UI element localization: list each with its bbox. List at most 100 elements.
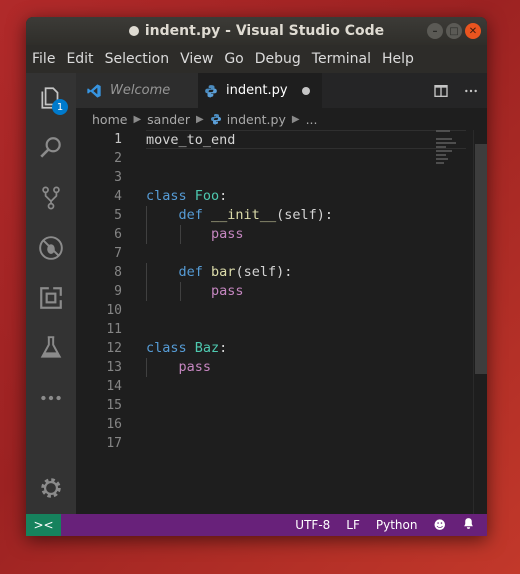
line-number: 11	[106, 322, 122, 337]
line-number: 1	[114, 132, 122, 147]
language-indicator[interactable]: Python	[376, 518, 418, 532]
code-line[interactable]	[146, 320, 466, 339]
code-token: bar	[211, 264, 236, 280]
source-control-icon	[42, 186, 60, 210]
scroll-thumb[interactable]	[475, 144, 487, 374]
maximize-button[interactable]: □	[446, 23, 462, 39]
code-token: (self):	[235, 264, 293, 280]
test-button[interactable]	[26, 323, 76, 373]
editor-area[interactable]: 1 2 3 4 5 6 7 8 9 10 11 12 13 14 15 16 1…	[76, 130, 487, 514]
unsaved-indicator-icon[interactable]	[301, 86, 310, 95]
debug-icon	[39, 236, 63, 260]
vscode-logo-icon	[87, 83, 101, 98]
search-button[interactable]	[26, 123, 76, 173]
indent-guide	[146, 206, 147, 225]
code-line[interactable]	[146, 415, 466, 434]
search-icon	[40, 137, 61, 158]
line-number: 12	[106, 341, 122, 356]
breadcrumb-sander[interactable]: sander	[147, 112, 190, 127]
extensions-button[interactable]	[26, 273, 76, 323]
explorer-badge: 1	[52, 99, 68, 115]
close-button[interactable]: ✕	[465, 23, 481, 39]
breadcrumb-more[interactable]: ...	[306, 112, 318, 127]
menu-debug[interactable]: Debug	[255, 51, 301, 67]
gear-icon	[41, 478, 61, 498]
feedback-smiley-icon[interactable]: ☻	[433, 518, 446, 532]
vscode-window: indent.py - Visual Studio Code – □ ✕ Fil…	[26, 17, 487, 536]
tab-welcome[interactable]: Welcome	[76, 73, 198, 108]
code-line[interactable]	[146, 149, 466, 168]
menu-view[interactable]: View	[180, 51, 213, 67]
code-line[interactable]: class Foo:	[146, 187, 466, 206]
vertical-scrollbar[interactable]	[473, 130, 487, 514]
code-line[interactable]	[146, 377, 466, 396]
line-number-gutter: 1 2 3 4 5 6 7 8 9 10 11 12 13 14 15 16 1…	[76, 130, 122, 453]
remote-button[interactable]: ><	[26, 514, 61, 536]
tab-welcome-label: Welcome	[110, 83, 171, 98]
python-icon	[205, 84, 217, 97]
code-line[interactable]	[146, 301, 466, 320]
more-views-button[interactable]	[26, 373, 76, 423]
code-token: (self):	[276, 207, 333, 223]
code-line[interactable]: pass	[146, 225, 466, 244]
code-token: def	[178, 264, 203, 280]
notifications-bell-icon[interactable]	[462, 517, 475, 533]
code-line[interactable]: def bar(self):	[146, 263, 466, 282]
tab-bar: Welcome indent.py	[76, 73, 487, 108]
manage-button[interactable]	[26, 463, 76, 513]
indent-guide	[180, 225, 181, 244]
chevron-right-icon: ▶	[133, 113, 142, 125]
line-number: 16	[106, 417, 122, 432]
line-number: 15	[106, 398, 122, 413]
chevron-right-icon: ▶	[291, 113, 300, 125]
breadcrumb-home[interactable]: home	[92, 112, 127, 127]
line-number: 2	[114, 151, 122, 166]
code-line[interactable]	[146, 434, 466, 453]
line-number: 10	[106, 303, 122, 318]
python-icon	[210, 114, 221, 125]
code-line[interactable]	[146, 168, 466, 187]
activity-bar: 1	[26, 73, 76, 514]
code-line[interactable]: pass	[146, 282, 466, 301]
source-control-button[interactable]	[26, 173, 76, 223]
menu-help[interactable]: Help	[382, 51, 414, 67]
menu-edit[interactable]: Edit	[66, 51, 93, 67]
code-line[interactable]	[146, 396, 466, 415]
chevron-right-icon: ▶	[196, 113, 204, 125]
code-line[interactable]: def __init__(self):	[146, 206, 466, 225]
breadcrumb-file[interactable]: indent.py	[227, 112, 286, 127]
minimap[interactable]	[436, 130, 476, 190]
debug-button[interactable]	[26, 223, 76, 273]
indent-guide	[146, 263, 147, 282]
tab-indent-py[interactable]: indent.py	[198, 73, 322, 108]
code-line[interactable]: pass	[146, 358, 466, 377]
indent-guide	[146, 282, 147, 301]
menu-file[interactable]: File	[32, 51, 55, 67]
explorer-button[interactable]: 1	[26, 73, 76, 123]
more-actions-icon[interactable]	[463, 83, 479, 99]
menu-go[interactable]: Go	[224, 51, 243, 67]
line-ending-indicator[interactable]: LF	[346, 518, 360, 532]
code-lines[interactable]: move_to_endclass Foo: def __init__(self)…	[146, 130, 466, 453]
line-number: 9	[114, 284, 122, 299]
line-number: 13	[106, 360, 122, 375]
menu-terminal[interactable]: Terminal	[312, 51, 371, 67]
code-token: pass	[211, 283, 244, 299]
more-icon	[41, 395, 61, 401]
encoding-indicator[interactable]: UTF-8	[295, 518, 330, 532]
split-editor-icon[interactable]	[433, 83, 449, 99]
minimize-button[interactable]: –	[427, 23, 443, 39]
code-line[interactable]: move_to_end	[146, 130, 466, 149]
line-number: 7	[114, 246, 122, 261]
code-token: pass	[178, 359, 212, 375]
breadcrumb: home ▶ sander ▶ indent.py ▶ ...	[76, 108, 487, 130]
menu-bar: File Edit Selection View Go Debug Termin…	[26, 45, 487, 73]
code-token: :	[219, 188, 228, 204]
menu-selection[interactable]: Selection	[105, 51, 170, 67]
code-line[interactable]	[146, 244, 466, 263]
code-line[interactable]: class Baz:	[146, 339, 466, 358]
